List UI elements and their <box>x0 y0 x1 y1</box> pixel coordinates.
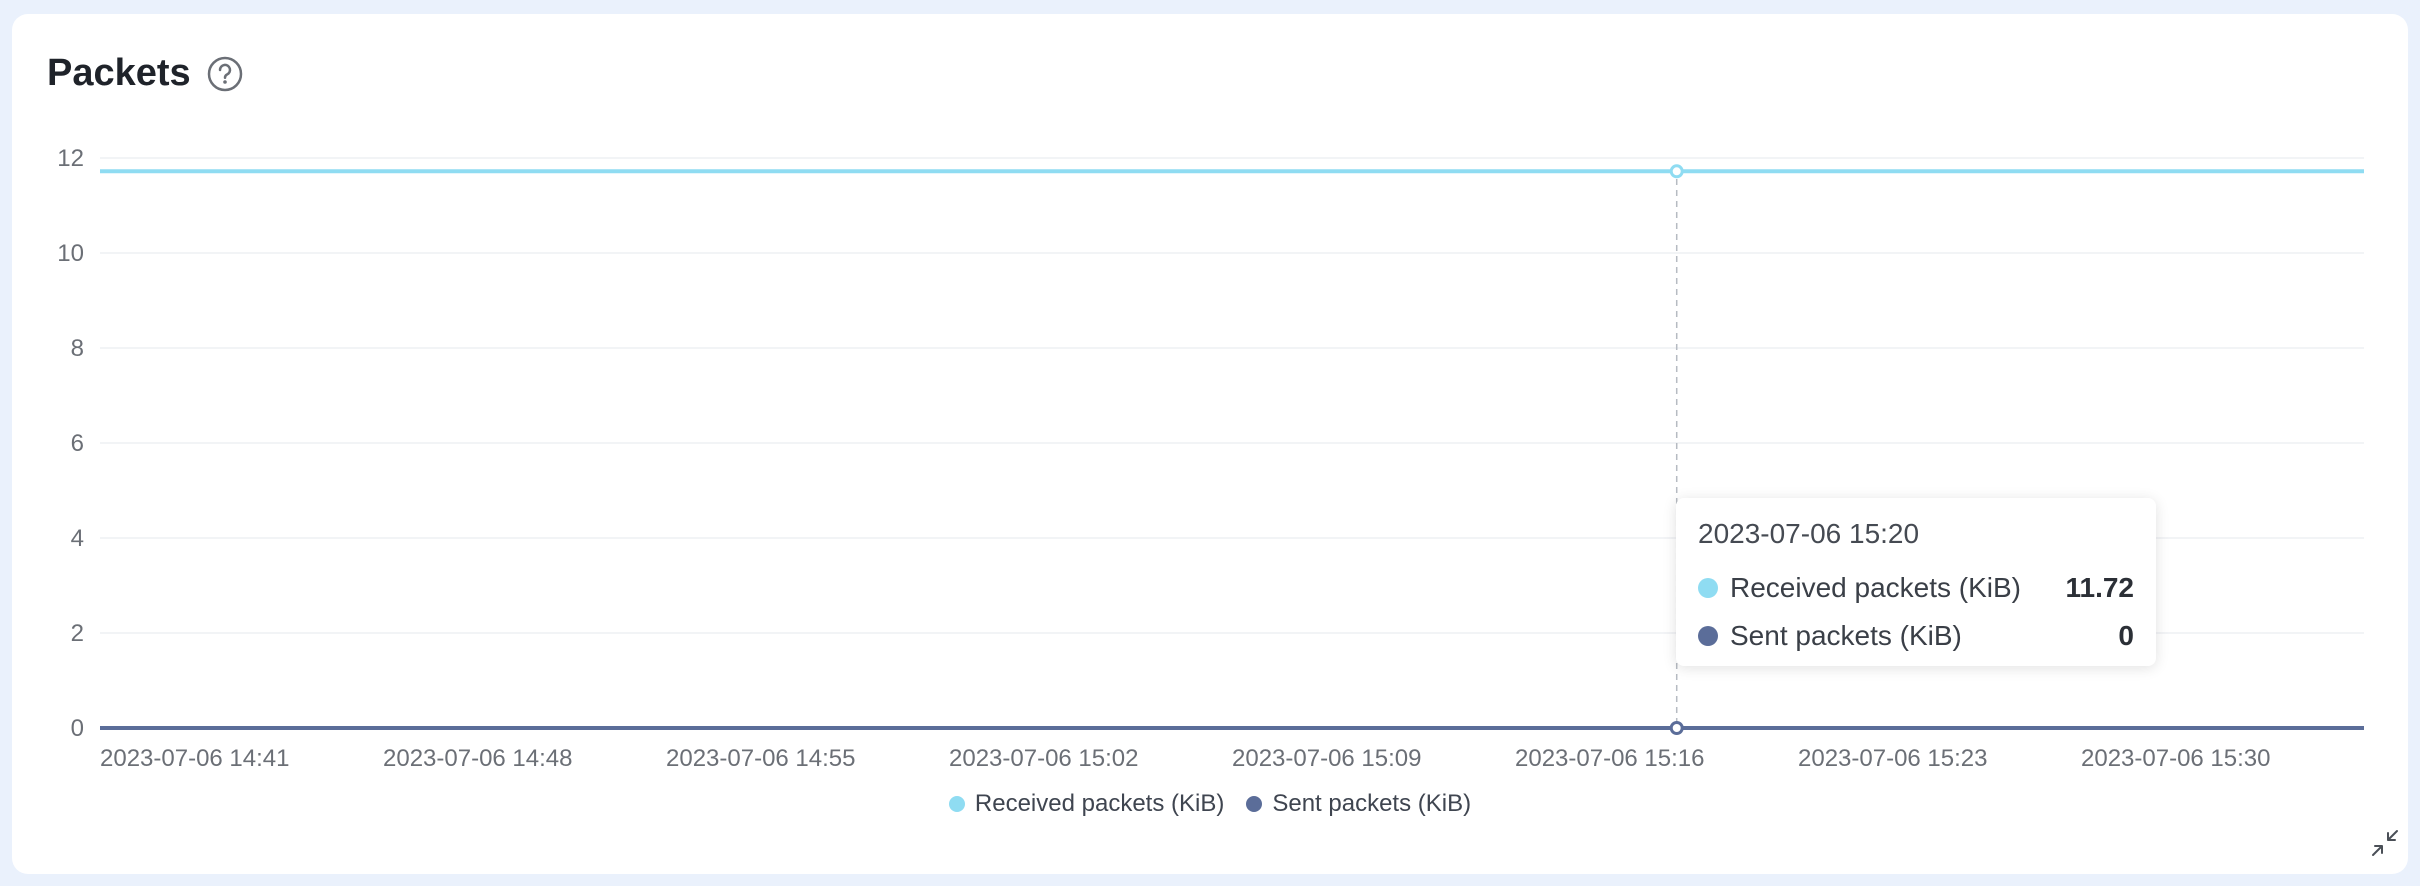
legend-dot-received-icon <box>948 796 965 812</box>
tooltip-label-sent: Sent packets (KiB) <box>1730 620 1962 651</box>
sent-dot-icon <box>1698 626 1718 646</box>
x-tick-label-0: 2023-07-06 14:41 <box>100 745 290 772</box>
legend-item-received[interactable]: Received packets (KiB) <box>948 790 1225 818</box>
collapse-arrows-icon[interactable] <box>2370 828 2400 858</box>
hover-point-0 <box>1669 164 1684 179</box>
chart-legend: Received packets (KiB) Sent packets (KiB… <box>0 790 2420 818</box>
x-tick-label-2: 2023-07-06 14:55 <box>666 745 856 772</box>
tooltip-row-received: Received packets (KiB) 11.72 <box>1698 564 2134 612</box>
y-tick-label-2: 2 <box>71 620 84 647</box>
y-tick-label-4: 4 <box>71 525 84 552</box>
x-tick-label-4: 2023-07-06 15:09 <box>1232 745 1422 772</box>
y-tick-label-10: 10 <box>57 240 84 267</box>
received-dot-icon <box>1698 578 1718 598</box>
y-tick-label-6: 6 <box>71 430 84 457</box>
x-tick-label-6: 2023-07-06 15:23 <box>1798 745 1988 772</box>
x-tick-label-7: 2023-07-06 15:30 <box>2081 745 2271 772</box>
tooltip-value-sent: 0 <box>2118 620 2134 651</box>
y-tick-label-8: 8 <box>71 335 84 362</box>
x-tick-label-3: 2023-07-06 15:02 <box>949 745 1139 772</box>
y-tick-label-0: 0 <box>71 715 84 742</box>
tooltip-row-sent: Sent packets (KiB) 0 <box>1698 612 2134 660</box>
x-tick-label-1: 2023-07-06 14:48 <box>383 745 573 772</box>
packets-line-chart[interactable]: 0 2 4 6 8 10 12 2023-07-06 14:41 2023-07-06 14:… <box>0 0 2420 886</box>
tooltip-label-received: Received packets (KiB) <box>1730 572 2022 603</box>
tooltip-time: 2023-07-06 15:20 <box>1698 518 1920 549</box>
chart-tooltip: 2023-07-06 15:20 Received packets (KiB) … <box>1676 498 2156 666</box>
legend-label-received: Received packets (KiB) <box>974 790 1225 817</box>
x-tick-label-5: 2023-07-06 15:16 <box>1515 745 1705 772</box>
y-tick-label-12: 12 <box>57 145 84 172</box>
tooltip-value-received: 11.72 <box>2065 572 2134 603</box>
legend-dot-sent-icon <box>1246 796 1263 812</box>
hover-point-1 <box>1669 721 1684 735</box>
legend-item-sent[interactable]: Sent packets (KiB) <box>1246 790 1471 818</box>
legend-label-sent: Sent packets (KiB) <box>1272 790 1472 817</box>
